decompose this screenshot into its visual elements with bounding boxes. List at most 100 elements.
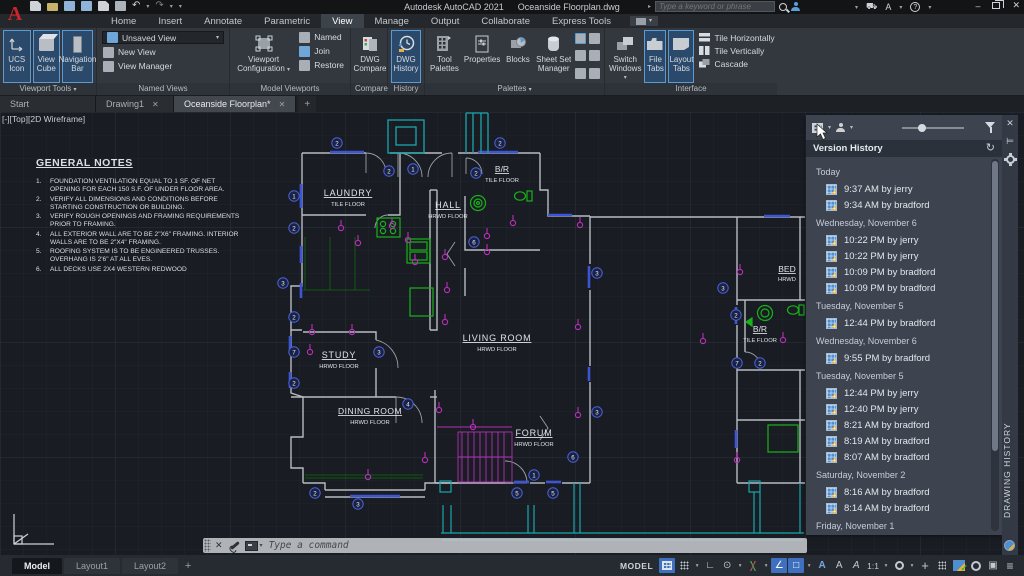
refresh-icon[interactable]: ↻	[986, 143, 995, 154]
sheet-set-manager-button[interactable]: Sheet Set Manager	[534, 30, 573, 83]
open-file-icon[interactable]	[47, 3, 58, 11]
tab-home[interactable]: Home	[100, 14, 147, 28]
help-icon[interactable]: ?	[910, 2, 921, 12]
command-input[interactable]	[262, 540, 807, 551]
annotation-visibility-toggle[interactable]: A	[814, 558, 830, 573]
file-tab-start[interactable]: Start	[0, 96, 96, 112]
blocks-button[interactable]: Blocks	[503, 30, 532, 83]
command-line[interactable]: ✕ ▾	[203, 538, 807, 553]
tab-collaborate[interactable]: Collaborate	[470, 14, 541, 28]
ucs-icon-toggle[interactable]: UCS Icon	[3, 30, 31, 83]
dwg-history-button[interactable]: DWG History	[391, 30, 421, 83]
save-as-icon[interactable]	[81, 1, 92, 11]
command-grip[interactable]	[204, 539, 211, 552]
command-line-palette-icon[interactable]	[575, 33, 587, 44]
recent-commands-icon[interactable]	[244, 540, 258, 551]
save-icon[interactable]	[64, 1, 75, 11]
osnap-tracking-toggle[interactable]: ∠	[771, 558, 788, 573]
new-drawing-tab-button[interactable]: +	[298, 96, 317, 112]
date-range-slider[interactable]	[902, 123, 965, 132]
tab-parametric[interactable]: Parametric	[253, 14, 321, 28]
print-icon[interactable]	[115, 1, 126, 11]
calculator-palette-icon[interactable]	[589, 50, 601, 62]
version-history-list[interactable]: Today 9:37 AM by jerry 9:34 AM by bradfo…	[806, 157, 1002, 535]
switch-windows-button[interactable]: Switch Windows ▾	[608, 30, 642, 83]
version-entry[interactable]: 10:22 PM by jerry	[816, 248, 988, 264]
customization-button[interactable]: ≡	[1002, 558, 1018, 573]
tab-manage[interactable]: Manage	[364, 14, 420, 28]
restore-viewports-button[interactable]: Restore	[296, 58, 347, 72]
new-view-button[interactable]: New View	[100, 45, 226, 59]
tab-express-tools[interactable]: Express Tools	[541, 14, 622, 28]
version-entry[interactable]: 10:22 PM by jerry	[816, 232, 988, 248]
layer-palette-icon[interactable]	[589, 33, 601, 44]
osnap-caret[interactable]: ▾	[805, 563, 813, 569]
version-entry[interactable]: 12:44 PM by bradford	[816, 315, 988, 331]
autodesk-account-icon[interactable]: A	[885, 2, 891, 12]
scrollbar-thumb[interactable]	[992, 161, 998, 451]
file-tab-oceanside[interactable]: Oceanside Floorplan* ✕	[174, 96, 297, 112]
palette-scrollbar[interactable]	[991, 159, 999, 531]
count-palette-icon[interactable]	[575, 67, 587, 79]
ribbon-overflow-button[interactable]: ▾	[629, 16, 658, 26]
annotation-autoscale-toggle[interactable]: A	[831, 558, 847, 573]
version-entry[interactable]: 8:14 AM by bradford	[816, 500, 988, 516]
group-label-viewport-tools[interactable]: Viewport Tools ▾	[0, 83, 96, 95]
new-file-icon[interactable]	[30, 1, 41, 11]
plot-icon[interactable]	[98, 1, 109, 11]
help-caret[interactable]: ▾	[928, 4, 931, 11]
qat-customize-caret[interactable]: ▾	[179, 3, 182, 10]
snap-caret[interactable]: ▾	[693, 563, 701, 569]
version-entry[interactable]: 9:55 PM by bradford	[816, 350, 988, 366]
isodraft-caret[interactable]: ▾	[762, 563, 770, 569]
search-icon[interactable]	[779, 2, 788, 11]
new-layout-button[interactable]: +	[180, 558, 196, 574]
app-store-icon[interactable]: ⛟	[866, 1, 877, 13]
grid-toggle[interactable]	[659, 558, 676, 573]
tile-vertically-button[interactable]: Tile Vertically	[696, 44, 777, 57]
ortho-toggle[interactable]: ∟	[702, 558, 718, 573]
basket-palette-icon[interactable]	[589, 67, 601, 79]
search-expand-icon[interactable]: ▸	[648, 3, 651, 10]
tab-view[interactable]: View	[321, 14, 364, 28]
account-caret[interactable]: ▾	[855, 4, 858, 11]
undo-caret[interactable]: ▾	[146, 3, 149, 10]
view-manager-button[interactable]: View Manager	[100, 59, 226, 73]
tab-insert[interactable]: Insert	[147, 14, 193, 28]
redo-icon[interactable]: ↷	[155, 1, 163, 11]
tab-output[interactable]: Output	[420, 14, 471, 28]
version-entry[interactable]: 8:21 AM by bradford	[816, 417, 988, 433]
file-tab-drawing1[interactable]: Drawing1 ✕	[96, 96, 174, 112]
version-entry[interactable]: 10:09 PM by bradford	[816, 264, 988, 280]
annotation-scale-value[interactable]: 1:1	[865, 561, 881, 571]
slider-knob[interactable]	[918, 123, 927, 132]
model-space-indicator[interactable]: MODEL	[620, 561, 653, 571]
properties-button[interactable]: Properties	[463, 30, 502, 83]
annotation-monitor-button[interactable]	[968, 558, 984, 573]
isodraft-toggle[interactable]	[745, 558, 761, 573]
osnap-toggle[interactable]: □	[788, 558, 805, 573]
markup-palette-icon[interactable]	[575, 50, 587, 62]
version-entry[interactable]: 9:34 AM by bradford	[816, 197, 988, 213]
redo-caret[interactable]: ▾	[170, 3, 173, 10]
apps-caret[interactable]: ▾	[899, 4, 902, 11]
cascade-button[interactable]: Cascade	[696, 57, 777, 70]
named-viewports-button[interactable]: Named	[296, 30, 347, 44]
named-view-dropdown[interactable]: Unsaved View ▾	[102, 31, 224, 44]
palette-settings-icon[interactable]	[1005, 153, 1015, 164]
restore-button[interactable]	[992, 0, 1005, 9]
join-viewports-button[interactable]: Join	[296, 44, 347, 58]
clean-screen-button[interactable]: ▣	[985, 558, 1001, 573]
tab-annotate[interactable]: Annotate	[193, 14, 253, 28]
palette-close-icon[interactable]: ✕	[1006, 119, 1014, 128]
close-tab-icon[interactable]: ✕	[152, 100, 159, 109]
search-input[interactable]	[655, 1, 776, 12]
undo-icon[interactable]: ↶	[132, 1, 140, 11]
file-tabs-toggle[interactable]: File Tabs	[644, 30, 667, 83]
scale-caret[interactable]: ▾	[882, 563, 890, 569]
version-entry[interactable]: 8:07 AM by bradford	[816, 449, 988, 465]
polar-tracking-toggle[interactable]: ⊙	[719, 558, 735, 573]
viewport-configuration-button[interactable]: Viewport Configuration ▾	[233, 30, 294, 83]
polar-caret[interactable]: ▾	[736, 563, 744, 569]
layout-tabs-toggle[interactable]: Layout Tabs	[668, 30, 695, 83]
